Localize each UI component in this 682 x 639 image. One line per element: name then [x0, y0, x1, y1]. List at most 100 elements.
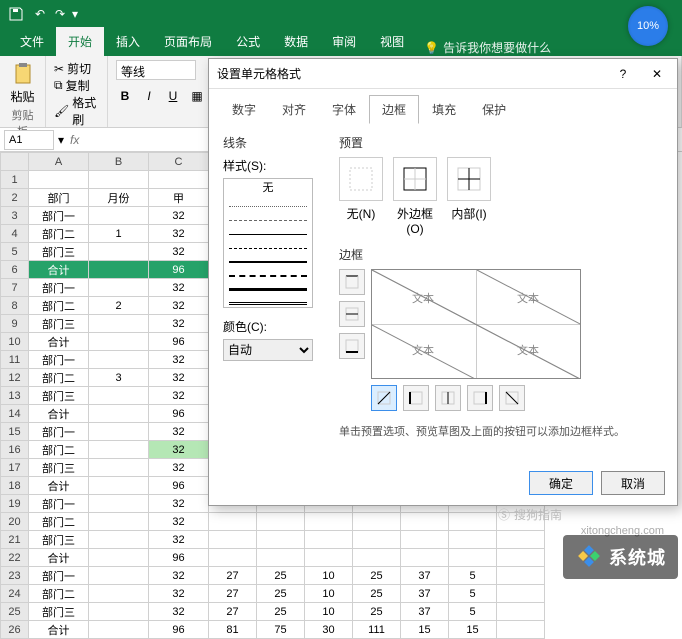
- cell[interactable]: [401, 513, 449, 531]
- cell[interactable]: [257, 513, 305, 531]
- cell[interactable]: 部门三: [29, 603, 89, 621]
- cell[interactable]: [89, 585, 149, 603]
- cell[interactable]: 37: [401, 567, 449, 585]
- cell[interactable]: 合计: [29, 333, 89, 351]
- cell[interactable]: 部门二: [29, 297, 89, 315]
- cell[interactable]: 部门一: [29, 207, 89, 225]
- cell[interactable]: [89, 279, 149, 297]
- row-header-24[interactable]: 24: [1, 585, 29, 603]
- tab-layout[interactable]: 页面布局: [152, 27, 224, 56]
- row-header-23[interactable]: 23: [1, 567, 29, 585]
- tab-review[interactable]: 审阅: [320, 27, 368, 56]
- border-button[interactable]: ▦: [188, 87, 206, 105]
- cell[interactable]: 部门: [29, 189, 89, 207]
- cell[interactable]: 96: [149, 333, 209, 351]
- cell[interactable]: 部门三: [29, 243, 89, 261]
- cell[interactable]: [449, 531, 497, 549]
- cell[interactable]: 2: [89, 297, 149, 315]
- row-header-16[interactable]: 16: [1, 441, 29, 459]
- cell[interactable]: 3: [89, 369, 149, 387]
- cell[interactable]: [449, 513, 497, 531]
- row-header-22[interactable]: 22: [1, 549, 29, 567]
- cell[interactable]: 5: [449, 585, 497, 603]
- cell[interactable]: [89, 459, 149, 477]
- tab-home[interactable]: 开始: [56, 27, 104, 56]
- cell[interactable]: 15: [449, 621, 497, 639]
- redo-icon[interactable]: ↷: [52, 6, 68, 22]
- cell[interactable]: 25: [257, 585, 305, 603]
- cell[interactable]: 27: [209, 585, 257, 603]
- cell[interactable]: 81: [209, 621, 257, 639]
- cell[interactable]: 32: [149, 387, 209, 405]
- cell[interactable]: [89, 405, 149, 423]
- tab-data[interactable]: 数据: [272, 27, 320, 56]
- row-header-17[interactable]: 17: [1, 459, 29, 477]
- tab-insert[interactable]: 插入: [104, 27, 152, 56]
- row-header-8[interactable]: 8: [1, 297, 29, 315]
- cell[interactable]: 96: [149, 477, 209, 495]
- cell[interactable]: 部门一: [29, 279, 89, 297]
- tell-me[interactable]: 💡告诉我你想要做什么: [424, 39, 551, 56]
- cell[interactable]: 25: [257, 603, 305, 621]
- cell[interactable]: [89, 387, 149, 405]
- style-dashdot[interactable]: [229, 238, 307, 249]
- cell[interactable]: 5: [449, 603, 497, 621]
- tab-file[interactable]: 文件: [8, 27, 56, 56]
- cell[interactable]: 32: [149, 423, 209, 441]
- bold-button[interactable]: B: [116, 87, 134, 105]
- cell[interactable]: [89, 171, 149, 189]
- cell[interactable]: 25: [353, 567, 401, 585]
- row-header-10[interactable]: 10: [1, 333, 29, 351]
- row-header-20[interactable]: 20: [1, 513, 29, 531]
- cell[interactable]: [89, 261, 149, 279]
- qat-more-icon[interactable]: ▾: [72, 7, 78, 21]
- cell[interactable]: 27: [209, 567, 257, 585]
- cell[interactable]: 10: [305, 603, 353, 621]
- cell[interactable]: 75: [257, 621, 305, 639]
- tab-view[interactable]: 视图: [368, 27, 416, 56]
- cell[interactable]: 96: [149, 405, 209, 423]
- cell[interactable]: [257, 549, 305, 567]
- border-diag-down-button[interactable]: [499, 385, 525, 411]
- cell[interactable]: [89, 441, 149, 459]
- cell[interactable]: [497, 567, 545, 585]
- ok-button[interactable]: 确定: [529, 471, 593, 495]
- cell[interactable]: [89, 567, 149, 585]
- cell[interactable]: 30: [305, 621, 353, 639]
- font-name-select[interactable]: 等线: [116, 60, 196, 80]
- cell[interactable]: [401, 531, 449, 549]
- cell[interactable]: [305, 531, 353, 549]
- cell[interactable]: [497, 603, 545, 621]
- italic-button[interactable]: I: [140, 87, 158, 105]
- cell[interactable]: 32: [149, 243, 209, 261]
- cell[interactable]: 部门三: [29, 387, 89, 405]
- cell[interactable]: [305, 513, 353, 531]
- cell[interactable]: 111: [353, 621, 401, 639]
- cell[interactable]: 32: [149, 585, 209, 603]
- cell[interactable]: 部门三: [29, 459, 89, 477]
- color-select[interactable]: 自动: [223, 339, 313, 361]
- cell[interactable]: [89, 549, 149, 567]
- cell[interactable]: 37: [401, 603, 449, 621]
- cut-button[interactable]: ✂剪切: [54, 60, 99, 77]
- border-bottom-button[interactable]: [339, 333, 365, 359]
- cell[interactable]: 合计: [29, 549, 89, 567]
- cell[interactable]: 96: [149, 261, 209, 279]
- dtab-align[interactable]: 对齐: [269, 95, 319, 124]
- cell[interactable]: 32: [149, 369, 209, 387]
- cell[interactable]: [401, 549, 449, 567]
- style-medium-dash[interactable]: [229, 266, 307, 277]
- row-header-6[interactable]: 6: [1, 261, 29, 279]
- style-thick[interactable]: [229, 280, 307, 291]
- cell[interactable]: 32: [149, 459, 209, 477]
- cell[interactable]: 10: [305, 567, 353, 585]
- cell[interactable]: [149, 171, 209, 189]
- cell[interactable]: 32: [149, 531, 209, 549]
- cell[interactable]: 32: [149, 441, 209, 459]
- cell[interactable]: 25: [353, 603, 401, 621]
- name-box[interactable]: [4, 130, 54, 150]
- style-none[interactable]: 无: [226, 181, 310, 193]
- cell[interactable]: 32: [149, 603, 209, 621]
- row-header-14[interactable]: 14: [1, 405, 29, 423]
- cell[interactable]: [353, 549, 401, 567]
